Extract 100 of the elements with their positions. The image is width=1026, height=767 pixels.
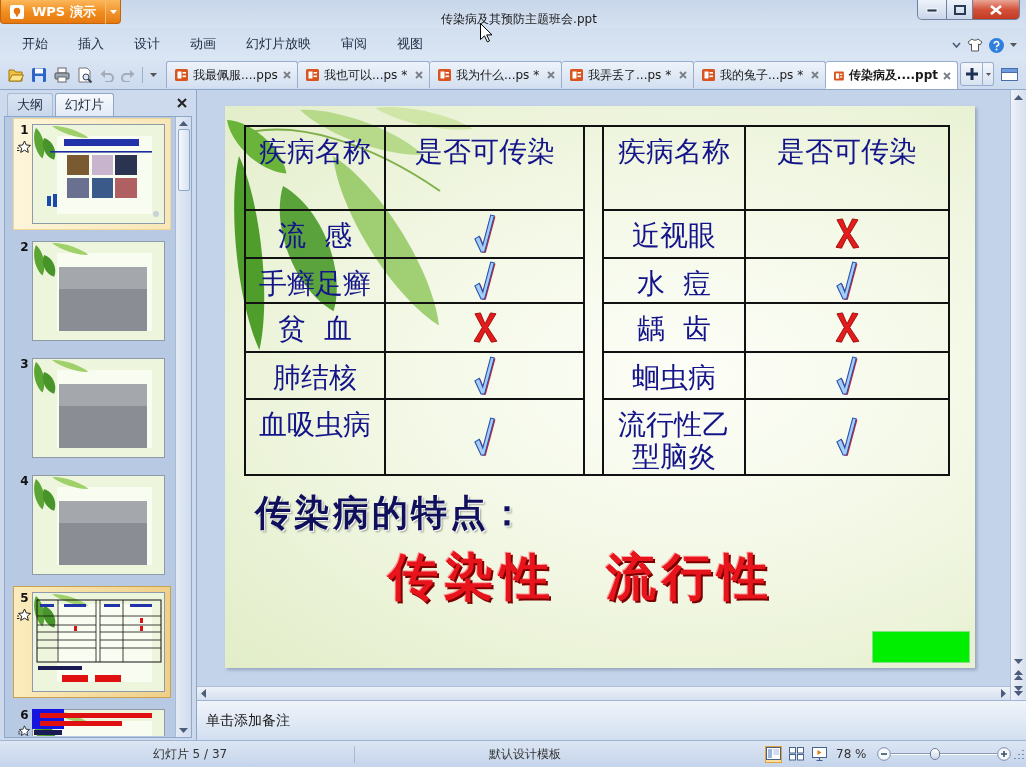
print-preview-icon[interactable] <box>77 66 93 83</box>
menu-tab[interactable]: 幻灯片放映 <box>240 32 317 56</box>
help-icon[interactable] <box>989 37 1004 53</box>
slider-thumb[interactable] <box>930 748 940 760</box>
zoom-level: 78 % <box>836 747 867 761</box>
app-dropdown-button[interactable] <box>106 0 121 24</box>
scroll-down-icon[interactable] <box>1014 659 1023 664</box>
menu-tab[interactable]: 设计 <box>128 32 166 56</box>
template-name: 默认设计模板 <box>489 746 561 761</box>
table-cell: 肺结核 <box>246 353 386 400</box>
zoom-in-icon[interactable] <box>996 747 1011 761</box>
shirt-icon[interactable] <box>967 38 983 52</box>
next-slide-icon[interactable] <box>1014 686 1023 696</box>
table-cell: 水 痘 <box>604 259 746 304</box>
vertical-scrollbar[interactable] <box>175 117 191 737</box>
slide-thumbnail-drawing[interactable] <box>32 241 165 341</box>
new-tab-button[interactable] <box>960 62 983 86</box>
minimize-icon <box>926 5 938 14</box>
menu-tab[interactable]: 动画 <box>184 32 222 56</box>
feature-text: 流行性 <box>606 546 774 608</box>
menu-tab[interactable]: 视图 <box>391 32 429 56</box>
presentation-file-icon <box>702 68 715 82</box>
maximize-icon <box>953 4 966 15</box>
slide-number: 5 <box>20 592 29 605</box>
scroll-up-icon[interactable] <box>1014 95 1023 100</box>
slide-number: 6 <box>20 709 29 722</box>
cursor-icon <box>480 23 493 43</box>
plus-icon <box>965 68 978 80</box>
document-tab[interactable]: 我的兔子...ps * <box>694 61 826 88</box>
new-tab-dropdown-button[interactable] <box>983 62 994 86</box>
table-cell: 近视眼 <box>604 211 746 259</box>
slide-list-item[interactable]: 1 <box>13 118 171 230</box>
presentation-file-icon <box>306 68 319 82</box>
zoom-out-icon[interactable] <box>876 747 891 761</box>
menu-tab[interactable]: 插入 <box>72 32 110 56</box>
caret-icon <box>985 72 991 76</box>
column-header: 是否可传染 <box>386 127 585 211</box>
slide-heading: 传染病的特点： <box>255 490 528 535</box>
slide-thumbnail-drawing[interactable] <box>32 709 165 736</box>
slide-list-item[interactable]: 5 <box>13 586 171 698</box>
window-layout-icon[interactable] <box>1001 68 1018 81</box>
slide-thumbnail-drawing[interactable] <box>32 124 165 224</box>
window-title: 传染病及其预防主题班会.ppt <box>441 12 597 26</box>
document-tab[interactable]: 我弄丢了...ps * <box>562 61 694 88</box>
previous-slide-icon[interactable] <box>1014 670 1023 680</box>
open-folder-icon[interactable] <box>8 66 24 83</box>
menu-tab[interactable]: 审阅 <box>335 32 373 56</box>
presentation-file-icon <box>570 68 583 82</box>
notes-field[interactable]: 单击添加备注 <box>197 700 1026 740</box>
close-icon[interactable] <box>177 98 187 108</box>
chevron-down-icon[interactable] <box>952 42 961 48</box>
presentation-file-icon <box>438 68 451 82</box>
slide-sorter-button[interactable] <box>788 745 805 763</box>
normal-view-button[interactable] <box>765 745 782 763</box>
caret-icon <box>109 9 117 14</box>
scrollbar-thumb[interactable] <box>177 129 190 191</box>
save-icon[interactable] <box>31 66 47 83</box>
scroll-up-icon[interactable] <box>179 121 188 126</box>
column-header: 疾病名称 <box>604 127 746 211</box>
feature-text: 传染性 <box>388 546 556 608</box>
grid-icon <box>789 747 804 761</box>
resize-grip-icon <box>1013 748 1024 760</box>
presentation-file-icon <box>175 68 188 82</box>
table-cell: 蛔虫病 <box>604 353 746 400</box>
panel-tab[interactable]: 大纲 <box>7 93 53 116</box>
scroll-down-icon[interactable] <box>179 728 188 733</box>
table-cell: 血吸虫病 <box>246 400 386 474</box>
close-icon <box>989 4 1003 15</box>
presentation-file-icon <box>834 68 844 83</box>
caret-icon[interactable] <box>1010 43 1017 47</box>
table-cell: 流行性乙型脑炎 <box>604 400 746 474</box>
document-tab[interactable]: 我也可以...ps * <box>298 61 430 88</box>
layout-icon <box>766 747 781 761</box>
slideshow-button[interactable] <box>811 745 828 763</box>
caret-icon[interactable] <box>150 72 157 77</box>
vertical-scrollbar[interactable] <box>1010 90 1026 700</box>
maximize-button[interactable] <box>947 0 973 20</box>
panel-tab[interactable]: 幻灯片 <box>55 93 114 116</box>
slide-number: 1 <box>20 124 29 137</box>
slide-thumbnail-drawing[interactable] <box>32 358 165 458</box>
slide-number: 3 <box>20 358 29 371</box>
print-icon[interactable] <box>54 66 70 83</box>
slide-thumbnail-drawing[interactable] <box>32 475 165 575</box>
document-tab[interactable]: 传染病及....ppt <box>826 61 958 89</box>
scroll-right-icon[interactable] <box>1001 689 1006 698</box>
slide-number: 2 <box>20 241 29 254</box>
close-button[interactable] <box>973 0 1020 20</box>
slide-number: 4 <box>20 475 29 488</box>
scroll-left-icon[interactable] <box>201 689 206 698</box>
table-cell: 贫 血 <box>246 304 386 353</box>
slide-counter: 幻灯片 5 / 37 <box>152 746 228 761</box>
document-tab[interactable]: 我最佩服....pps <box>166 61 298 88</box>
slide-thumbnail-drawing[interactable] <box>32 592 165 692</box>
play-screen-icon <box>812 747 827 761</box>
column-header: 是否可传染 <box>746 127 948 211</box>
menu-tab[interactable]: 开始 <box>16 32 54 56</box>
document-tab[interactable]: 我为什么...ps * <box>430 61 562 88</box>
horizontal-scrollbar[interactable] <box>197 686 1010 700</box>
logo-icon <box>10 4 24 19</box>
table-cell: 龋 齿 <box>604 304 746 353</box>
